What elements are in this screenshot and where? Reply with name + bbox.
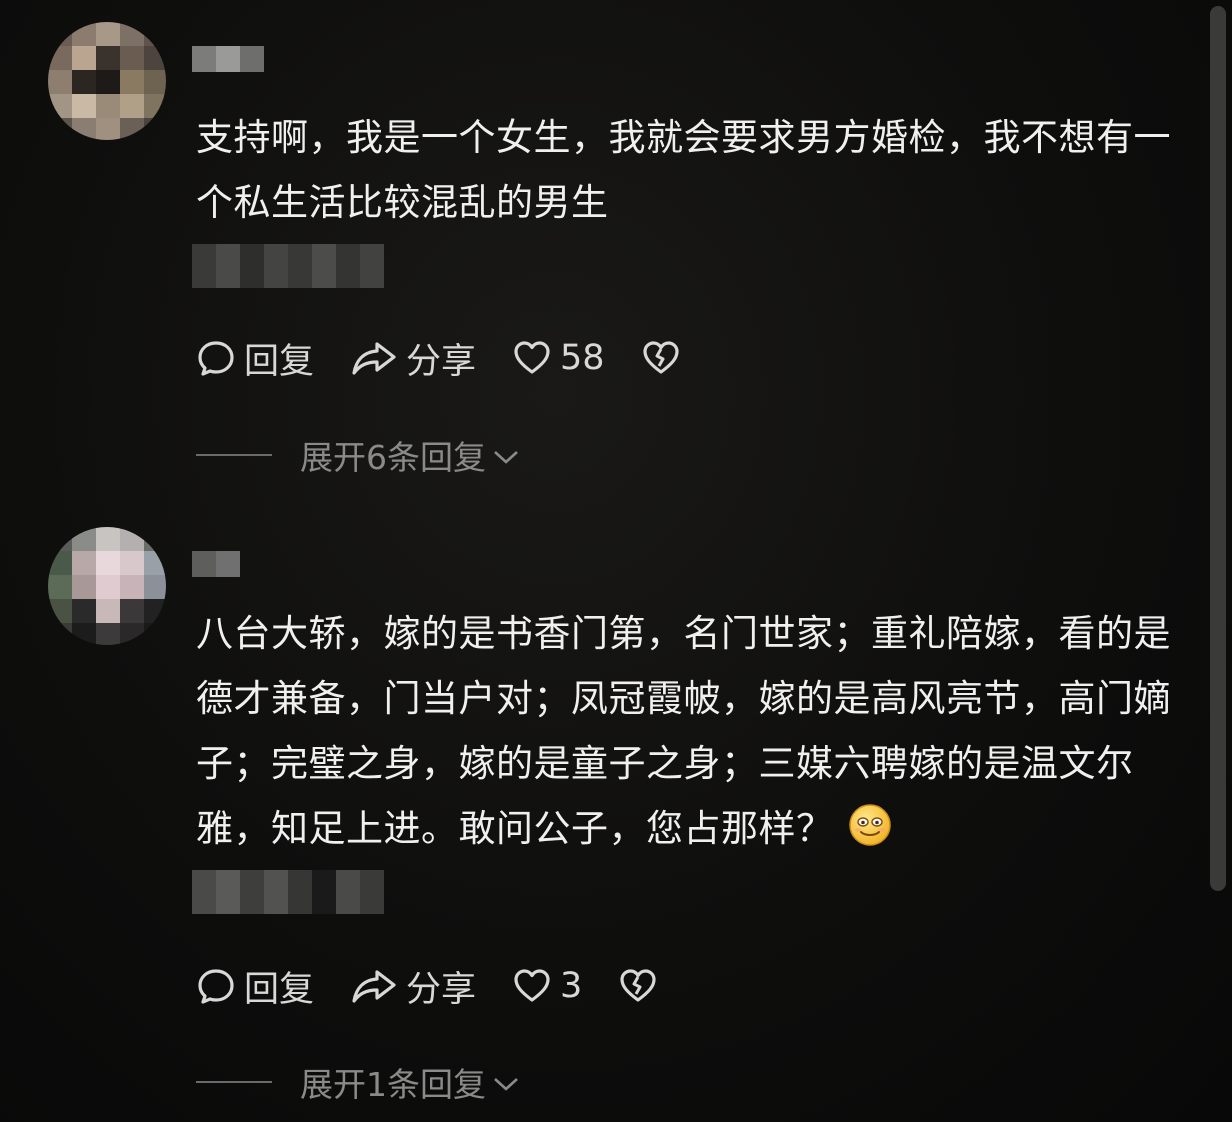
expand-replies-button[interactable]: 展开6条回复 xyxy=(196,430,520,480)
like-button[interactable]: 58 xyxy=(512,338,605,378)
comment-screen: 支持啊，我是一个女生，我就会要求男方婚检，我不想有一个私生活比较混乱的男生 回复 xyxy=(0,0,1232,1122)
share-arrow-icon xyxy=(350,338,398,378)
divider-line xyxy=(196,1081,272,1083)
comment-text: 支持啊，我是一个女生，我就会要求男方婚检，我不想有一个私生活比较混乱的男生 xyxy=(196,116,1171,224)
comment-actions: 回复 分享 58 xyxy=(196,333,717,383)
broken-heart-icon xyxy=(641,338,681,378)
dislike-button[interactable] xyxy=(618,966,658,1006)
username-blurred[interactable] xyxy=(192,46,264,72)
share-arrow-icon xyxy=(350,966,398,1006)
scrollbar[interactable] xyxy=(1210,6,1226,891)
share-label: 分享 xyxy=(406,341,477,382)
reply-label: 回复 xyxy=(244,969,315,1010)
avatar[interactable] xyxy=(48,527,166,645)
share-label: 分享 xyxy=(406,969,477,1010)
like-count: 3 xyxy=(560,966,583,1006)
share-button[interactable]: 分享 xyxy=(350,961,476,1012)
comment-text: 八台大轿，嫁的是书香门第，名门世家；重礼陪嫁，看的是德才兼备，门当户对；凤冠霞帔… xyxy=(196,601,1186,861)
heart-icon xyxy=(512,966,552,1006)
comment-bubble-icon xyxy=(196,338,236,378)
comment-meta-blurred xyxy=(192,870,384,914)
broken-heart-icon xyxy=(618,966,658,1006)
expand-replies-label: 展开6条回复 xyxy=(300,438,486,477)
avatar[interactable] xyxy=(48,22,166,140)
dislike-button[interactable] xyxy=(641,338,681,378)
share-button[interactable]: 分享 xyxy=(350,333,476,384)
comment-text-content: 八台大轿，嫁的是书香门第，名门世家；重礼陪嫁，看的是德才兼备，门当户对；凤冠霞帔… xyxy=(196,612,1171,850)
chevron-down-icon xyxy=(486,436,520,475)
comment-actions: 回复 分享 3 xyxy=(196,961,694,1011)
reply-button[interactable]: 回复 xyxy=(196,333,314,384)
reply-label: 回复 xyxy=(244,341,315,382)
smiling-face-emoji xyxy=(848,802,892,846)
comment-meta-blurred xyxy=(192,244,384,288)
username-blurred[interactable] xyxy=(192,551,240,577)
like-button[interactable]: 3 xyxy=(512,966,582,1006)
chevron-down-icon xyxy=(486,1063,520,1102)
expand-replies-label: 展开1条回复 xyxy=(300,1065,486,1104)
expand-replies-button[interactable]: 展开1条回复 xyxy=(196,1057,520,1107)
divider-line xyxy=(196,454,272,456)
heart-icon xyxy=(512,338,552,378)
like-count: 58 xyxy=(560,338,605,378)
reply-button[interactable]: 回复 xyxy=(196,961,314,1012)
comment-bubble-icon xyxy=(196,966,236,1006)
